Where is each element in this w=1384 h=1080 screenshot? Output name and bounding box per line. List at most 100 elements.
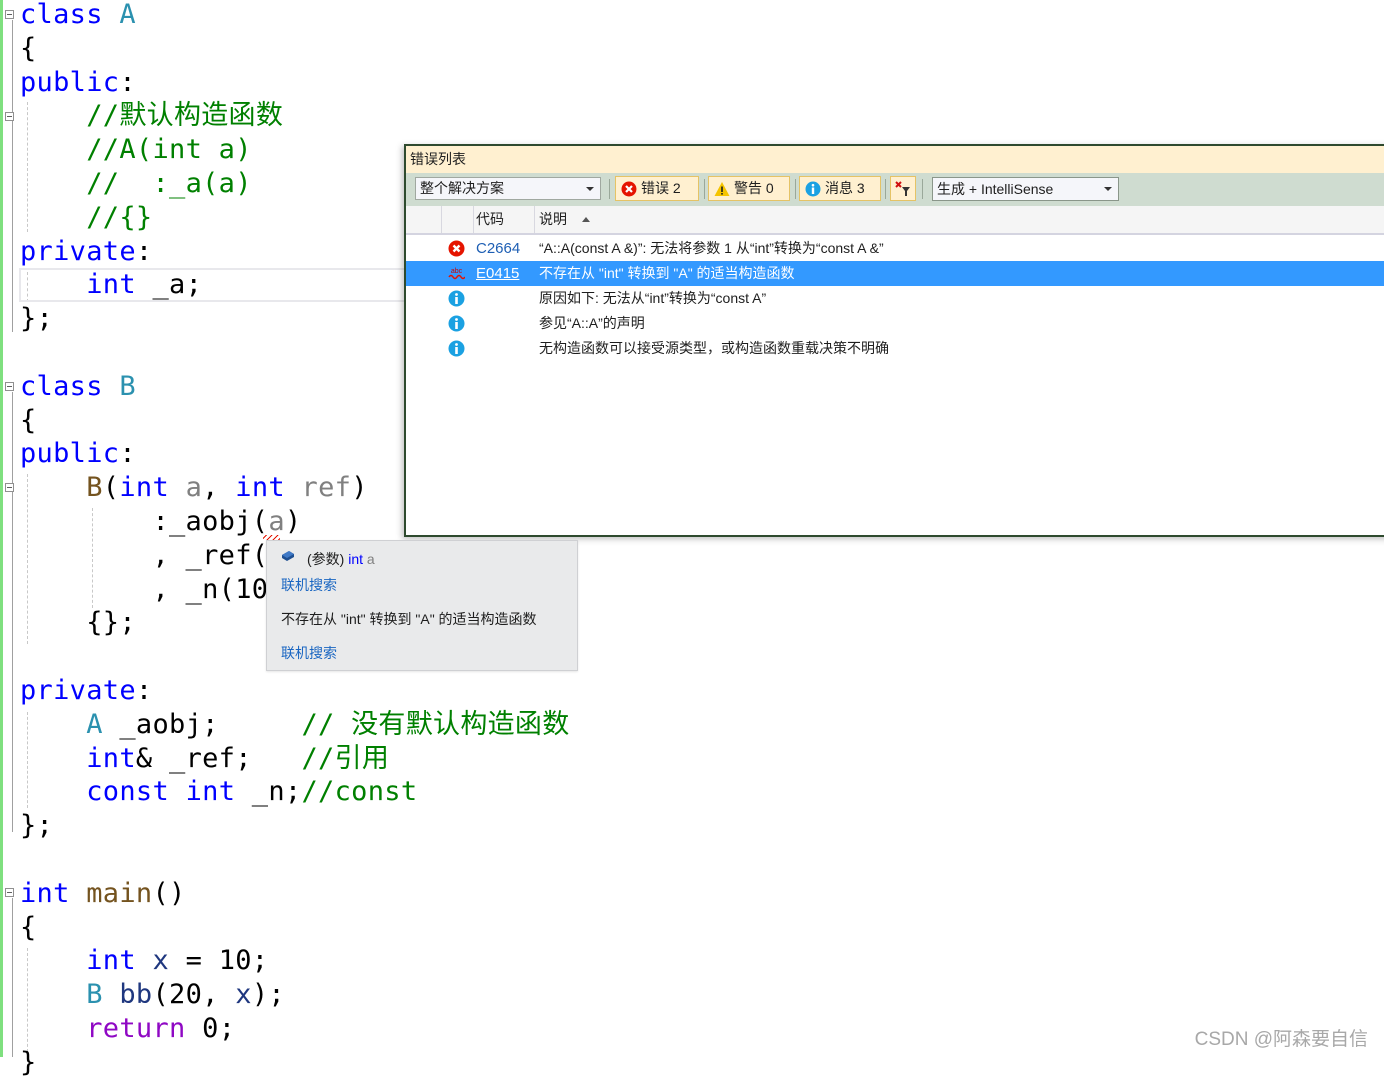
- chevron-down-icon: [1104, 187, 1112, 191]
- code-line[interactable]: {};: [20, 606, 136, 640]
- code-line[interactable]: {: [20, 32, 37, 66]
- code-line[interactable]: {: [20, 404, 37, 438]
- code-line[interactable]: }: [20, 1046, 37, 1080]
- code-token: int: [86, 742, 136, 774]
- error-row[interactable]: 原因如下: 无法从“int”转换为“const A”: [406, 286, 1384, 311]
- code-line[interactable]: int main(): [20, 877, 186, 911]
- tooltip-type: int: [348, 551, 364, 567]
- build-source-value: 生成 + IntelliSense: [937, 181, 1054, 197]
- parameter-icon: [282, 551, 294, 561]
- code-line[interactable]: const int _n;//const: [20, 775, 417, 809]
- code-line[interactable]: };: [20, 302, 53, 336]
- build-source-dropdown[interactable]: 生成 + IntelliSense: [932, 177, 1119, 201]
- fold-toggle-main[interactable]: [5, 888, 14, 897]
- error-row[interactable]: C2664 “A::A(const A &)”: 无法将参数 1 从“int”转换…: [406, 236, 1384, 261]
- column-header-code[interactable]: 代码: [476, 206, 504, 233]
- outline-line-class-a: [12, 20, 13, 332]
- code-token: 0;: [185, 1013, 236, 1044]
- code-line[interactable]: return 0;: [20, 1012, 235, 1046]
- error-code-link[interactable]: C2664: [476, 236, 520, 261]
- code-line[interactable]: int x = 10;: [20, 944, 268, 978]
- scope-dropdown[interactable]: 整个解决方案: [415, 177, 601, 200]
- code-line[interactable]: class A: [20, 0, 136, 32]
- error-row[interactable]: 无构造函数可以接受源类型，或构造函数重载决策不明确: [406, 336, 1384, 361]
- code-line[interactable]: B bb(20, x);: [20, 978, 285, 1012]
- code-line[interactable]: , _ref(: [20, 539, 268, 573]
- toolbar-separator: [795, 179, 796, 199]
- code-token: a: [185, 472, 203, 504]
- code-token: {};: [20, 607, 136, 639]
- error-list-panel: 错误列表 整个解决方案 错误 2 警告 0 消息 3 生成 + IntelliS…: [404, 144, 1384, 537]
- code-line[interactable]: public:: [20, 66, 136, 100]
- fold-toggle-class-a[interactable]: [5, 10, 14, 19]
- fold-toggle-class-b[interactable]: [5, 382, 14, 391]
- error-row[interactable]: 参见“A::A”的声明: [406, 311, 1384, 336]
- code-line[interactable]: // :_a(a): [20, 167, 252, 201]
- code-token: _a;: [135, 269, 203, 301]
- code-token: :: [119, 66, 136, 98]
- error-icon: [448, 240, 465, 257]
- code-line[interactable]: class B: [20, 370, 136, 404]
- fold-toggle-constructor-b[interactable]: [5, 483, 14, 492]
- error-code-link[interactable]: E0415: [476, 261, 519, 286]
- code-line[interactable]: };: [20, 809, 53, 843]
- column-separator[interactable]: [534, 206, 535, 233]
- code-line[interactable]: //A(int a): [20, 133, 252, 167]
- warnings-filter-button[interactable]: 警告 0: [708, 176, 790, 201]
- code-token: int: [235, 472, 285, 504]
- code-line[interactable]: :_aobj(a): [20, 505, 301, 539]
- code-line[interactable]: private:: [20, 674, 152, 708]
- messages-filter-button[interactable]: 消息 3: [799, 176, 881, 201]
- outline-line-main: [12, 898, 13, 1057]
- column-separator[interactable]: [473, 206, 474, 233]
- code-line[interactable]: , _n(10: [20, 573, 268, 607]
- code-line[interactable]: //默认构造函数: [20, 99, 283, 133]
- code-line[interactable]: B(int a, int ref): [20, 471, 368, 505]
- online-search-link[interactable]: 联机搜索: [281, 643, 337, 663]
- code-line[interactable]: int _a;: [20, 268, 202, 302]
- warning-icon: [714, 182, 730, 196]
- code-token: public: [20, 438, 120, 470]
- panel-title: 错误列表: [406, 146, 1384, 173]
- code-line[interactable]: private:: [20, 235, 152, 269]
- code-token: };: [20, 810, 54, 842]
- column-separator[interactable]: [441, 206, 442, 233]
- online-search-link[interactable]: 联机搜索: [281, 575, 337, 595]
- chevron-down-icon: [586, 187, 594, 191]
- errors-filter-button[interactable]: 错误 2: [615, 176, 699, 201]
- outline-line-class-b: [12, 392, 13, 832]
- tooltip-name: a: [366, 551, 375, 567]
- code-token: // :_a(a): [86, 168, 252, 199]
- code-line[interactable]: public:: [20, 437, 136, 471]
- code-token: //{}: [86, 201, 153, 233]
- code-token: private: [20, 675, 136, 706]
- clear-filter-icon: [895, 181, 910, 196]
- info-icon: [448, 315, 465, 332]
- error-list-header: 代码 说明: [406, 206, 1384, 235]
- code-token: {: [20, 911, 37, 943]
- code-token: {: [20, 32, 37, 64]
- toolbar-separator: [885, 179, 886, 199]
- code-line[interactable]: int& _ref; //引用: [20, 742, 389, 776]
- code-token: & _ref;: [135, 742, 302, 774]
- code-token: , _n(10: [20, 573, 269, 605]
- code-token: const: [86, 776, 170, 808]
- toolbar-separator: [704, 179, 705, 199]
- tooltip-prefix: (参数): [307, 551, 345, 567]
- code-line[interactable]: A _aobj; // 没有默认构造函数: [20, 708, 570, 742]
- code-token: // 没有默认构造函数: [301, 708, 570, 740]
- error-row[interactable]: abc E0415 不存在从 "int" 转换到 "A" 的适当构造函数: [406, 261, 1384, 286]
- code-line[interactable]: //{}: [20, 201, 152, 235]
- fold-toggle-comment[interactable]: [5, 112, 14, 121]
- code-token: (): [152, 877, 186, 909]
- column-header-description[interactable]: 说明: [539, 206, 567, 233]
- code-line[interactable]: {: [20, 911, 37, 945]
- error-description: 原因如下: 无法从“int”转换为“const A”: [539, 290, 767, 306]
- clear-filter-button[interactable]: [890, 176, 916, 201]
- code-token: B: [86, 979, 103, 1011]
